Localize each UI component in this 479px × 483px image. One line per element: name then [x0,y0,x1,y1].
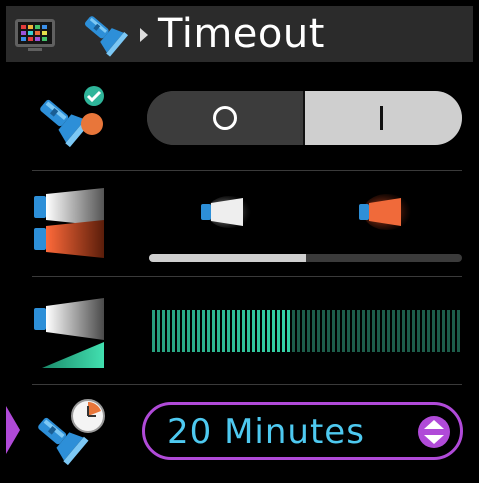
brightness-tick [202,310,205,352]
toggle-off-option[interactable] [147,91,304,145]
brightness-tick [357,310,360,352]
light-mode-selector-fill [149,254,306,262]
brightness-tick [172,310,175,352]
brightness-tick [402,310,405,352]
brightness-tick [237,310,240,352]
brightness-tick [177,310,180,352]
brightness-tick [347,310,350,352]
power-toggle[interactable] [147,91,462,145]
brightness-tick [387,310,390,352]
flashlight-status-icon [32,84,108,154]
brightness-tick [182,310,185,352]
flashlight-mode-icon [32,186,108,262]
brightness-tick [282,310,285,352]
brightness-tick [322,310,325,352]
brightness-tick [317,310,320,352]
brightness-tick [382,310,385,352]
timeout-value: 20 Minutes [167,412,365,452]
mosaic-grid-icon[interactable] [14,18,56,56]
brightness-tick [302,310,305,352]
brightness-tick [242,310,245,352]
white-beam-option[interactable] [197,194,251,234]
brightness-tick [422,310,425,352]
brightness-tick [272,310,275,352]
brightness-tick [187,310,190,352]
brightness-tick [392,310,395,352]
brightness-meter[interactable] [152,310,462,352]
brightness-tick [262,310,265,352]
brightness-tick [257,310,260,352]
brightness-tick [207,310,210,352]
brightness-tick [222,310,225,352]
brightness-tick [352,310,355,352]
brightness-tick [437,310,440,352]
brightness-tick [362,310,365,352]
settings-screen: Timeout 20 Minutes [6,6,473,477]
brightness-tick [247,310,250,352]
brightness-tick [192,310,195,352]
page-title: Timeout [158,11,325,57]
brightness-tick [432,310,435,352]
brightness-tick [337,310,340,352]
brightness-tick [342,310,345,352]
brightness-tick [442,310,445,352]
title-bar: Timeout [6,6,473,62]
up-down-stepper-icon[interactable] [417,415,451,453]
brightness-tick [312,310,315,352]
brightness-tick [287,310,290,352]
row-divider [32,170,462,171]
brightness-tick [377,310,380,352]
brightness-tick [407,310,410,352]
toggle-separator [303,91,305,145]
brightness-tick [427,310,430,352]
brightness-tick [252,310,255,352]
brightness-tick [267,310,270,352]
brightness-tick [417,310,420,352]
brightness-tick [217,310,220,352]
row-divider [32,384,462,385]
brightness-tick [367,310,370,352]
row-divider [32,276,462,277]
brightness-tick [307,310,310,352]
brightness-tick [297,310,300,352]
brightness-tick [227,310,230,352]
brightness-tick [457,310,460,352]
flashlight-timer-icon [32,398,108,474]
toggle-on-option[interactable] [304,91,462,145]
brightness-tick [372,310,375,352]
on-bar-icon [380,106,383,130]
brightness-tick [152,310,155,352]
brightness-tick [167,310,170,352]
red-beam-option[interactable] [353,192,413,236]
selected-row-marker [6,406,20,454]
brightness-tick [412,310,415,352]
timeout-select[interactable]: 20 Minutes [142,402,463,460]
chevron-right-icon [140,28,148,42]
off-circle-icon [213,106,237,130]
light-mode-selector-track[interactable] [149,254,462,262]
brightness-tick [277,310,280,352]
brightness-tick [397,310,400,352]
brightness-icon [32,294,108,374]
brightness-tick [197,310,200,352]
brightness-tick [292,310,295,352]
brightness-tick [232,310,235,352]
brightness-tick [212,310,215,352]
brightness-tick [157,310,160,352]
flashlight-icon [78,12,134,62]
brightness-tick [162,310,165,352]
brightness-tick [452,310,455,352]
brightness-tick [332,310,335,352]
brightness-tick [447,310,450,352]
brightness-tick [327,310,330,352]
